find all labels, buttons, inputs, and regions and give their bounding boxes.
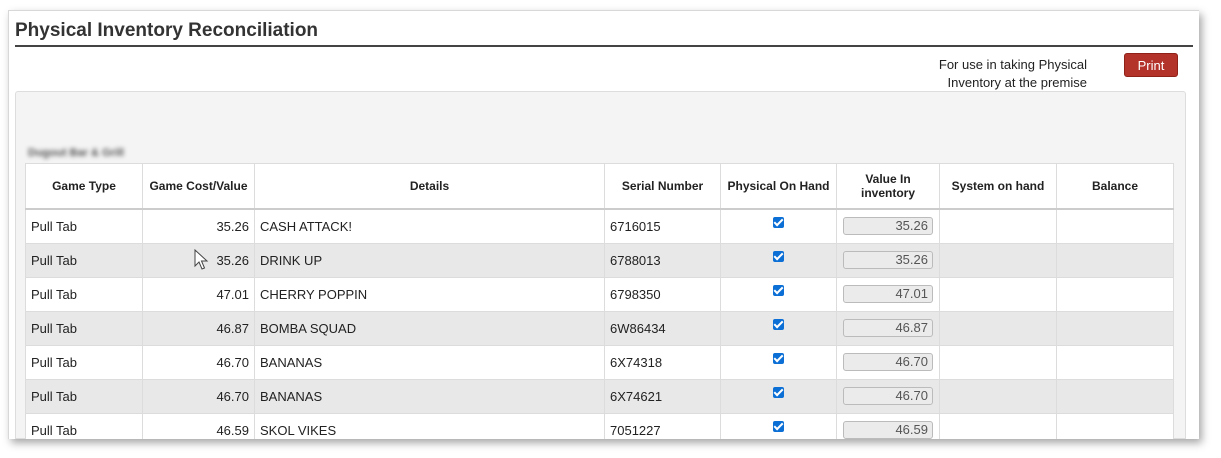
cell-game-cost: 47.01 [142, 277, 255, 312]
cell-game-cost: 35.26 [142, 243, 255, 278]
print-note: For use in taking Physical Inventory at … [938, 57, 1087, 90]
checkbox-checked-icon[interactable] [773, 217, 784, 229]
cell-game-type: Pull Tab [25, 311, 143, 346]
value-in-inventory-field[interactable] [843, 318, 933, 337]
cell-details: CASH ATTACK! [254, 208, 605, 244]
cell-physical-on-hand [720, 345, 837, 380]
column-header-system-on-hand[interactable]: System on hand [939, 163, 1057, 210]
cell-game-cost: 46.70 [142, 379, 255, 414]
cell-details: SKOL VIKES [254, 413, 605, 439]
cell-balance [1056, 243, 1174, 278]
cell-value-in-inventory [836, 311, 940, 346]
column-header-serial-number[interactable]: Serial Number [604, 163, 721, 210]
checkbox-checked-icon[interactable] [773, 251, 784, 263]
cell-value-in-inventory [836, 277, 940, 312]
table-row: Pull Tab 46.87 BOMBA SQUAD 6W86434 [25, 311, 1174, 346]
cell-details: BANANAS [254, 345, 605, 380]
column-header-value-in-inventory[interactable]: Value In inventory [836, 163, 940, 210]
cell-physical-on-hand [720, 379, 837, 414]
cell-details: BANANAS [254, 379, 605, 414]
inventory-panel: Dugout Bar & Grill Game Type Game Cost/V… [15, 91, 1186, 439]
cell-system-on-hand [939, 413, 1057, 439]
cell-game-type: Pull Tab [25, 413, 143, 439]
title-divider [15, 45, 1193, 47]
print-button[interactable]: Print [1124, 53, 1178, 77]
checkbox-checked-icon[interactable] [773, 285, 784, 297]
cell-details: BOMBA SQUAD [254, 311, 605, 346]
cell-game-cost: 46.70 [142, 345, 255, 380]
table-header-row: Game Type Game Cost/Value Details Serial… [25, 163, 1174, 210]
column-header-game-type[interactable]: Game Type [25, 163, 143, 210]
column-header-details[interactable]: Details [254, 163, 605, 210]
cell-details: CHERRY POPPIN [254, 277, 605, 312]
cell-value-in-inventory [836, 243, 940, 278]
cell-physical-on-hand [720, 208, 837, 244]
table-row: Pull Tab 35.26 CASH ATTACK! 6716015 [25, 208, 1174, 244]
cell-game-cost: 35.26 [142, 208, 255, 244]
cell-system-on-hand [939, 379, 1057, 414]
cell-details: DRINK UP [254, 243, 605, 278]
inventory-table: Game Type Game Cost/Value Details Serial… [25, 163, 1174, 439]
cell-value-in-inventory [836, 208, 940, 244]
cell-value-in-inventory [836, 379, 940, 414]
cell-physical-on-hand [720, 243, 837, 278]
cell-game-type: Pull Tab [25, 345, 143, 380]
cell-game-type: Pull Tab [25, 243, 143, 278]
cell-physical-on-hand [720, 413, 837, 439]
cell-serial-number: 6X74318 [604, 345, 721, 380]
cell-balance [1056, 345, 1174, 380]
cell-serial-number: 6716015 [604, 208, 721, 244]
cell-value-in-inventory [836, 413, 940, 439]
cell-game-type: Pull Tab [25, 277, 143, 312]
cell-value-in-inventory [836, 345, 940, 380]
cell-system-on-hand [939, 311, 1057, 346]
cell-balance [1056, 379, 1174, 414]
value-in-inventory-field[interactable] [843, 352, 933, 371]
cell-balance [1056, 413, 1174, 439]
column-header-physical-on-hand[interactable]: Physical On Hand [720, 163, 837, 210]
cell-system-on-hand [939, 243, 1057, 278]
cell-physical-on-hand [720, 311, 837, 346]
premise-name: Dugout Bar & Grill [28, 147, 124, 159]
cell-serial-number: 6X74621 [604, 379, 721, 414]
table-row: Pull Tab 46.70 BANANAS 6X74318 [25, 345, 1174, 380]
cell-game-type: Pull Tab [25, 208, 143, 244]
value-in-inventory-field[interactable] [843, 386, 933, 405]
inventory-table-body: Pull Tab35.26CASH ATTACK!6716015Pull Tab… [25, 208, 1174, 439]
checkbox-checked-icon[interactable] [773, 387, 784, 399]
screenshot-frame: Physical Inventory Reconciliation For us… [8, 10, 1199, 439]
cell-serial-number: 7051227 [604, 413, 721, 439]
cell-balance [1056, 277, 1174, 312]
cell-serial-number: 6798350 [604, 277, 721, 312]
cell-serial-number: 6W86434 [604, 311, 721, 346]
cell-balance [1056, 208, 1174, 244]
cell-system-on-hand [939, 208, 1057, 244]
cell-system-on-hand [939, 345, 1057, 380]
column-header-balance[interactable]: Balance [1056, 163, 1174, 210]
checkbox-checked-icon[interactable] [773, 353, 784, 365]
cell-physical-on-hand [720, 277, 837, 312]
cell-game-cost: 46.87 [142, 311, 255, 346]
value-in-inventory-field[interactable] [843, 216, 933, 235]
table-row: Pull Tab 46.70 BANANAS 6X74621 [25, 379, 1174, 414]
cell-serial-number: 6788013 [604, 243, 721, 278]
value-in-inventory-field[interactable] [843, 420, 933, 439]
cell-game-cost: 46.59 [142, 413, 255, 439]
value-in-inventory-field[interactable] [843, 284, 933, 303]
cell-game-type: Pull Tab [25, 379, 143, 414]
table-row: Pull Tab 35.26 DRINK UP 6788013 [25, 243, 1174, 278]
table-row: Pull Tab 47.01 CHERRY POPPIN 6798350 [25, 277, 1174, 312]
column-header-game-cost[interactable]: Game Cost/Value [142, 163, 255, 210]
page-title: Physical Inventory Reconciliation [15, 20, 319, 41]
checkbox-checked-icon[interactable] [773, 319, 784, 331]
table-row: Pull Tab 46.59 SKOL VIKES 7051227 [25, 413, 1174, 439]
cell-balance [1056, 311, 1174, 346]
cell-system-on-hand [939, 277, 1057, 312]
checkbox-checked-icon[interactable] [773, 421, 784, 433]
value-in-inventory-field[interactable] [843, 250, 933, 269]
